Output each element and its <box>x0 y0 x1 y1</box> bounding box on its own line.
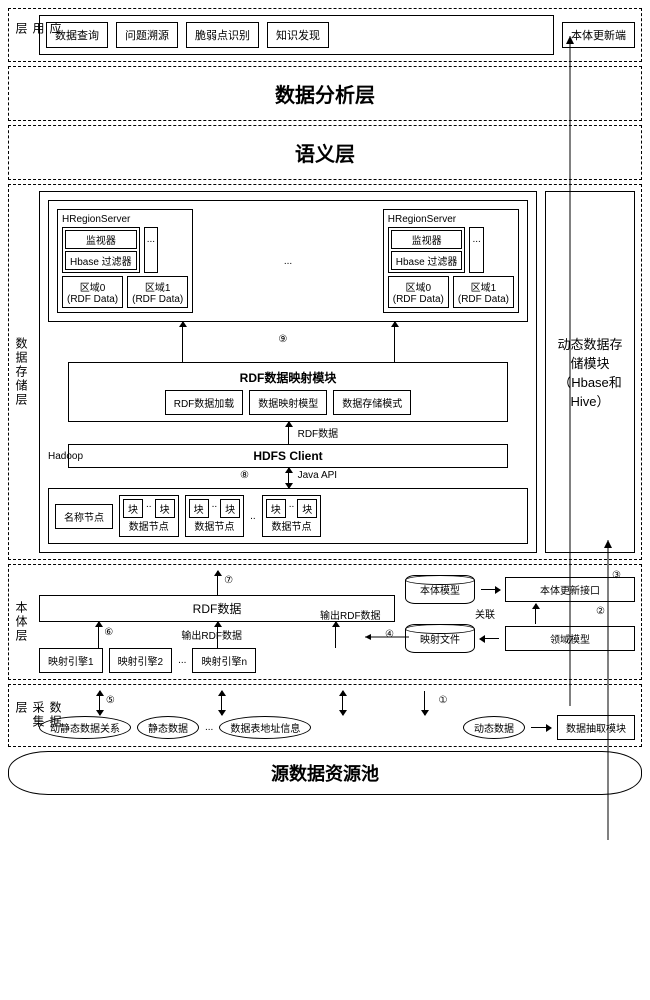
step-2: ② <box>596 606 605 617</box>
ontology-model: 本体模型 <box>405 575 475 604</box>
relation-label: 关联 <box>475 606 495 621</box>
dots: .. <box>146 499 152 518</box>
rdf-mapping-module: RDF数据映射模块 RDF数据加载 数据映射模型 数据存储模式 <box>68 362 508 422</box>
app-inner: 数据查询 问题溯源 脆弱点识别 知识发现 <box>39 15 554 55</box>
ontology-layer-label: 本体层 <box>13 601 30 643</box>
step-3: ③ <box>612 570 621 581</box>
table-addr: 数据表地址信息 <box>219 716 311 739</box>
dots: .. <box>250 511 256 522</box>
data-node-label: 数据节点 <box>123 518 175 533</box>
map-engine: 映射引擎n <box>192 648 256 673</box>
hregion-title: HRegionServer <box>388 214 514 225</box>
ontology-update-end: 本体更新端 <box>562 22 635 48</box>
data-node-group: 块 .. 块 数据节点 <box>262 495 322 537</box>
output-rdf-label2: 输出RDF数据 <box>320 607 381 622</box>
step-4: ④ <box>385 629 394 640</box>
hbase-filter: Hbase 过滤器 <box>391 251 463 270</box>
block: 块 <box>155 499 175 518</box>
storage-mode: 数据存储模式 <box>333 390 411 415</box>
block: 块 <box>220 499 240 518</box>
app-item: 知识发现 <box>267 22 329 48</box>
app-layer: 应用层 数据查询 问题溯源 脆弱点识别 知识发现 本体更新端 <box>8 8 642 62</box>
data-node-label: 数据节点 <box>189 518 241 533</box>
region1: 区域1(RDF Data) <box>127 276 188 308</box>
analysis-title: 数据分析层 <box>15 73 635 114</box>
java-api-label: Java API <box>298 470 337 481</box>
step-1: ① <box>439 695 448 706</box>
analysis-layer: 数据分析层 <box>8 66 642 121</box>
hadoop-block: HRegionServer 监视器 Hbase 过滤器 ... 区域0(RDF … <box>39 191 537 553</box>
dynamic-data: 动态数据 <box>463 716 525 739</box>
semantic-title: 语义层 <box>15 132 635 173</box>
hdfs-client: HDFS Client <box>68 444 508 468</box>
data-node-group: 块 .. 块 数据节点 <box>185 495 245 537</box>
rdf-mapping-title: RDF数据映射模块 <box>75 369 501 386</box>
rdf-load: RDF数据加载 <box>165 390 244 415</box>
storage-layer: 数据存储层 HRegionServer 监视器 Hbase 过滤器 ... 区域… <box>8 184 642 560</box>
hregion-server: HRegionServer 监视器 Hbase 过滤器 ... 区域0(RDF … <box>57 209 193 313</box>
dots: ... <box>469 227 483 273</box>
ontology-layer: 本体层 ⑦ RDF数据 ⑥ 输出RDF数据 映射引擎1 映射引擎2 ... 映射… <box>8 564 642 680</box>
rdf-map-model: 数据映射模型 <box>249 390 327 415</box>
hbase-filter: Hbase 过滤器 <box>65 251 137 270</box>
region1: 区域1(RDF Data) <box>453 276 514 308</box>
domain-model: 领域模型 <box>505 626 635 651</box>
rdf-data-label: RDF数据 <box>298 425 339 440</box>
step-8: ⑧ <box>240 470 249 481</box>
dots: ... <box>284 256 292 267</box>
step-7: ⑦ <box>224 575 233 586</box>
app-item: 脆弱点识别 <box>186 22 259 48</box>
source-pool: 源数据资源池 <box>8 751 642 795</box>
hregion-title: HRegionServer <box>62 214 188 225</box>
static-data: 静态数据 <box>137 716 199 739</box>
hadoop-side-label: Hadoop <box>48 451 83 462</box>
region0: 区域0(RDF Data) <box>388 276 449 308</box>
dynamic-storage-module: 动态数据存储模块（Hbase和Hive） <box>545 191 635 553</box>
app-item: 问题溯源 <box>116 22 178 48</box>
dots: ... <box>205 722 213 733</box>
step-9: ⑨ <box>278 334 287 345</box>
block: 块 <box>266 499 286 518</box>
data-node-group: 块 .. 块 数据节点 <box>119 495 179 537</box>
block: 块 <box>123 499 143 518</box>
dots: ... <box>178 655 186 666</box>
mapping-file: 映射文件 <box>405 624 475 653</box>
step-5: ⑤ <box>106 695 115 706</box>
block: 块 <box>297 499 317 518</box>
hregion-server: HRegionServer 监视器 Hbase 过滤器 ... 区域0(RDF … <box>383 209 519 313</box>
dots: .. <box>212 499 218 518</box>
dots: ... <box>144 227 158 273</box>
name-node: 名称节点 <box>55 504 113 529</box>
step-6: ⑥ <box>104 627 113 638</box>
hregion-row: HRegionServer 监视器 Hbase 过滤器 ... 区域0(RDF … <box>48 200 528 322</box>
monitor: 监视器 <box>65 230 137 249</box>
region0: 区域0(RDF Data) <box>62 276 123 308</box>
dots: .. <box>289 499 295 518</box>
collect-layer: 数据采集层 ⑤ ① 动静态数据关系 静态数据 ... 数据表地址信息 动态数据 … <box>8 684 642 747</box>
map-engine: 映射引擎2 <box>109 648 173 673</box>
data-extract-module: 数据抽取模块 <box>557 715 635 740</box>
monitor: 监视器 <box>391 230 463 249</box>
source-pool-title: 源数据资源池 <box>265 758 385 790</box>
data-node-label: 数据节点 <box>266 518 318 533</box>
hadoop-nodes: 名称节点 块 .. 块 数据节点 块 .. 块 数据节点 .. <box>48 488 528 544</box>
block: 块 <box>189 499 209 518</box>
semantic-layer: 语义层 <box>8 125 642 180</box>
map-engine: 映射引擎1 <box>39 648 103 673</box>
app-layer-label: 应用层 <box>13 22 64 48</box>
storage-layer-label: 数据存储层 <box>13 337 30 407</box>
output-rdf-label: 输出RDF数据 <box>181 627 242 642</box>
